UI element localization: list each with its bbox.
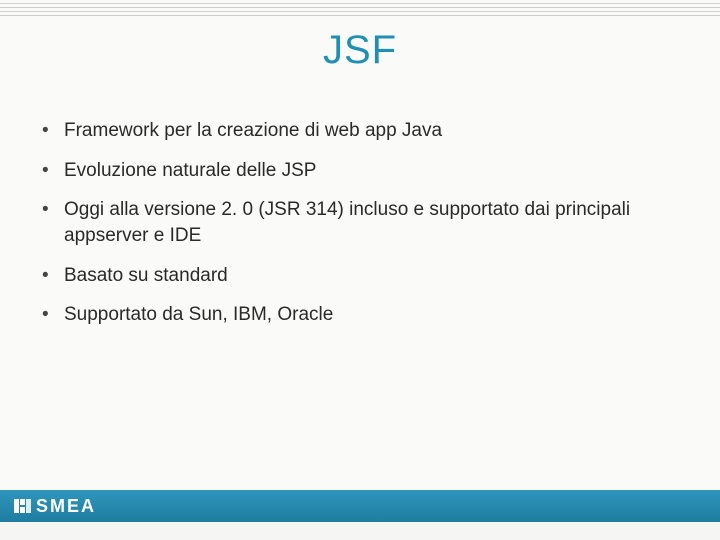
bottom-edge (0, 522, 720, 540)
bullet-item: Oggi alla versione 2. 0 (JSR 314) inclus… (38, 197, 660, 248)
footer-bar: SMEA (0, 490, 720, 522)
slide-content: Framework per la creazione di web app Ja… (38, 118, 660, 342)
bullet-list: Framework per la creazione di web app Ja… (38, 118, 660, 328)
bullet-item: Supportato da Sun, IBM, Oracle (38, 302, 660, 328)
bullet-item: Framework per la creazione di web app Ja… (38, 118, 660, 144)
brand-logo: SMEA (0, 496, 96, 517)
bullet-item: Evoluzione naturale delle JSP (38, 158, 660, 184)
bullet-item: Basato su standard (38, 263, 660, 289)
top-decorative-lines (0, 0, 720, 18)
slide-title: JSF (0, 28, 720, 73)
brand-name: SMEA (36, 496, 96, 517)
brand-mark-icon (14, 497, 32, 515)
